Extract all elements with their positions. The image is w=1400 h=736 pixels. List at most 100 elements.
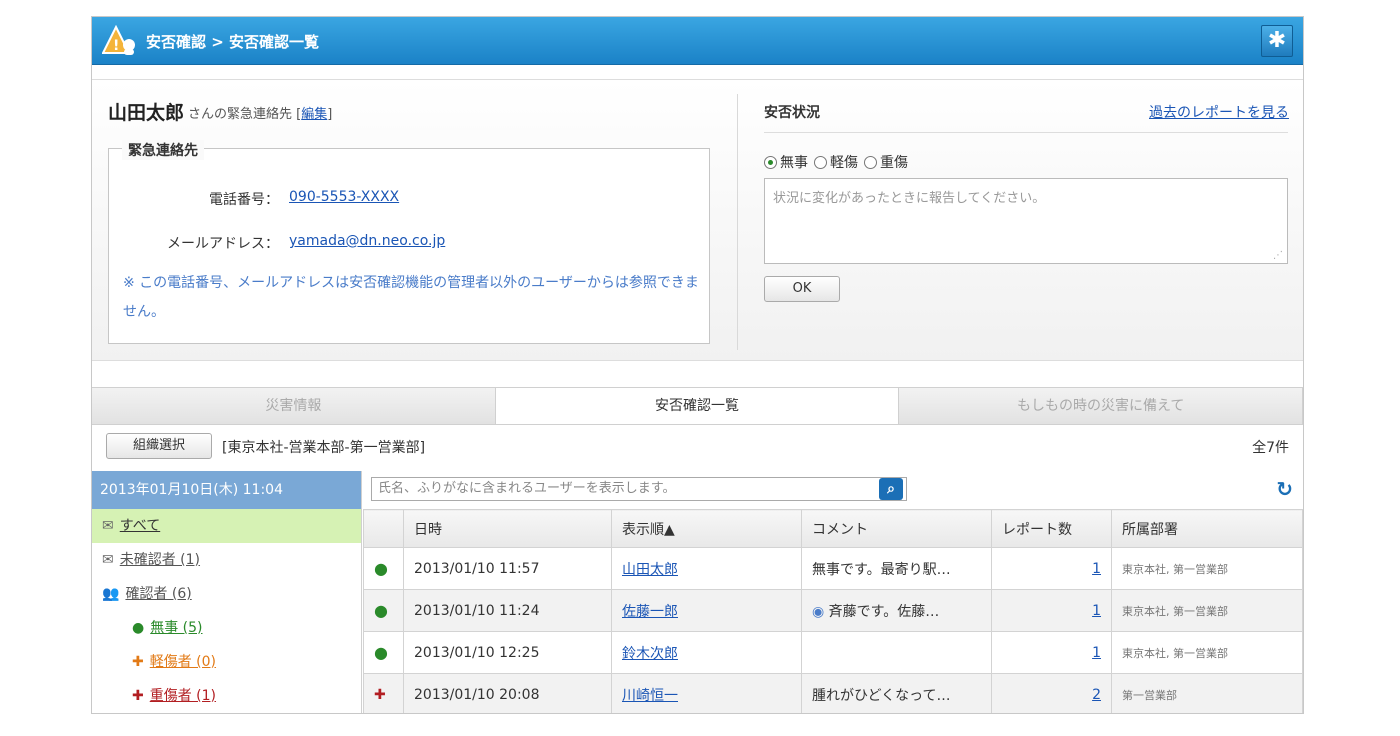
row-datetime: 2013/01/10 20:08 bbox=[403, 673, 612, 713]
row-reports-link[interactable]: 1 bbox=[1092, 561, 1101, 577]
search-input[interactable]: 氏名、ふりがなに含まれるユーザーを表示します。 bbox=[371, 477, 907, 501]
tab-disaster-info[interactable]: 災害情報 bbox=[92, 388, 496, 424]
sidebar-item-unconfirmed[interactable]: ✉ 未確認者 (1) bbox=[92, 543, 361, 577]
person-icon: ● bbox=[363, 589, 404, 632]
first-aid-icon: ✚ bbox=[132, 688, 144, 704]
search-icon[interactable]: ⌕ bbox=[879, 478, 903, 500]
status-title: 安否状況 bbox=[764, 105, 820, 121]
safety-warning-icon: ! bbox=[102, 25, 135, 55]
row-datetime: 2013/01/10 11:57 bbox=[403, 547, 612, 590]
status-divider bbox=[764, 132, 1288, 133]
safety-table: 日時 表示順▲ コメント レポート数 所属部署 ● 2013/01/10 11:… bbox=[363, 509, 1303, 713]
ok-button[interactable]: OK bbox=[764, 276, 840, 302]
svg-text:!: ! bbox=[113, 38, 119, 54]
sidebar-item-label[interactable]: 軽傷者 (0) bbox=[150, 645, 216, 679]
sidebar-item-label[interactable]: 無事 (5) bbox=[150, 611, 202, 645]
mail-link[interactable]: yamada@dn.neo.co.jp bbox=[289, 233, 445, 249]
edit-bracket-close: ] bbox=[327, 107, 333, 122]
selected-org: [東京本社-営業本部-第一営業部] bbox=[222, 440, 426, 456]
tab-safety-list[interactable]: 安否確認一覧 bbox=[495, 388, 900, 424]
row-comment: 斉藤です。佐藤… bbox=[828, 603, 940, 620]
row-dept: 東京本社, 第一営業部 bbox=[1111, 547, 1303, 590]
row-comment: 無事です。最寄り駅… bbox=[801, 547, 992, 590]
user-suffix: さんの緊急連絡先 bbox=[188, 107, 293, 122]
radio-safe[interactable]: 無事 bbox=[764, 152, 808, 172]
resize-grip-icon[interactable]: ⋰ bbox=[1273, 250, 1283, 261]
search-row: 氏名、ふりがなに含まれるユーザーを表示します。 ⌕ ↻ bbox=[363, 471, 1303, 509]
col-order[interactable]: 表示順▲ bbox=[611, 509, 802, 548]
radio-circle[interactable] bbox=[814, 155, 827, 169]
past-reports-link[interactable]: 過去のレポートを見る bbox=[1149, 102, 1289, 122]
total-count: 全7件 bbox=[1252, 440, 1289, 456]
row-name-link[interactable]: 鈴木次郎 bbox=[622, 646, 678, 662]
table-row[interactable]: ● 2013/01/10 12:25 鈴木次郎 1 東京本社, 第一営業部 bbox=[363, 631, 1303, 674]
radio-serious-label: 重傷 bbox=[880, 155, 908, 171]
row-dept: 東京本社, 第一営業部 bbox=[1111, 589, 1303, 632]
row-datetime: 2013/01/10 11:24 bbox=[403, 589, 612, 632]
title-bar: ! 安否確認 > 安否確認一覧 ✱ bbox=[92, 17, 1303, 65]
app-frame: ! 安否確認 > 安否確認一覧 ✱ 山田太郎 さんの緊急連絡先 [編集] 電話番… bbox=[91, 16, 1304, 714]
breadcrumb: 安否確認 > 安否確認一覧 bbox=[146, 33, 320, 51]
row-reports-link[interactable]: 2 bbox=[1092, 687, 1101, 703]
row-dept: 第一営業部 bbox=[1111, 673, 1303, 713]
row-reports-link[interactable]: 1 bbox=[1092, 603, 1101, 619]
person-icon: ● bbox=[132, 620, 145, 636]
org-select-button[interactable]: 組織選択 bbox=[106, 433, 212, 459]
row-comment-cell: ◉ 斉藤です。佐藤… bbox=[801, 589, 992, 632]
person-icon: ● bbox=[363, 631, 404, 674]
col-dept[interactable]: 所属部署 bbox=[1111, 509, 1303, 548]
filter-sidebar: 2013年01月10日(木) 11:04 ✉ すべて ✉ 未確認者 (1) 👥 … bbox=[92, 471, 362, 713]
first-aid-icon: ✚ bbox=[132, 654, 144, 670]
row-reports-link[interactable]: 1 bbox=[1092, 645, 1101, 661]
phone-link[interactable]: 090-5553-XXXX bbox=[289, 189, 399, 205]
radio-circle-checked[interactable] bbox=[764, 155, 777, 169]
phone-label: 電話番号： bbox=[209, 192, 279, 208]
edit-link[interactable]: 編集 bbox=[301, 107, 327, 122]
radio-serious[interactable]: 重傷 bbox=[864, 152, 908, 172]
row-dept: 東京本社, 第一営業部 bbox=[1111, 631, 1303, 674]
sidebar-item-label[interactable]: 確認者 (6) bbox=[125, 577, 191, 611]
user-list-panel: 氏名、ふりがなに含まれるユーザーを表示します。 ⌕ ↻ 日時 表示順▲ コメント… bbox=[363, 471, 1303, 713]
row-name-link[interactable]: 川崎恒一 bbox=[622, 688, 678, 704]
row-name-cell: 山田太郎 bbox=[611, 547, 802, 590]
mail-icon: ✉ bbox=[102, 552, 114, 568]
sidebar-item-label[interactable]: 未確認者 (1) bbox=[120, 543, 200, 577]
user-contact-caption: さんの緊急連絡先 [編集] bbox=[188, 103, 332, 122]
col-reports[interactable]: レポート数 bbox=[991, 509, 1112, 548]
row-comment bbox=[801, 631, 992, 674]
status-radio-group: 無事 軽傷 重傷 bbox=[764, 152, 908, 172]
user-name: 山田太郎 bbox=[108, 102, 185, 124]
mail-label: メールアドレス： bbox=[167, 236, 279, 252]
row-name-link[interactable]: 佐藤一郎 bbox=[622, 604, 678, 620]
row-reports-cell: 1 bbox=[991, 547, 1112, 590]
sidebar-item-minor-injury[interactable]: ✚ 軽傷者 (0) bbox=[92, 645, 361, 679]
gear-icon[interactable]: ✱ bbox=[1261, 25, 1293, 57]
radio-circle[interactable] bbox=[864, 155, 877, 169]
table-row[interactable]: ● 2013/01/10 11:57 山田太郎 無事です。最寄り駅… 1 東京本… bbox=[363, 547, 1303, 590]
table-row[interactable]: ✚ 2013/01/10 20:08 川崎恒一 腫れがひどくなって… 2 第一営… bbox=[363, 673, 1303, 713]
table-row[interactable]: ● 2013/01/10 11:24 佐藤一郎 ◉ 斉藤です。佐藤… 1 東京本… bbox=[363, 589, 1303, 632]
mail-icon: ✉ bbox=[102, 518, 114, 534]
col-comment[interactable]: コメント bbox=[801, 509, 992, 548]
contact-legend: 緊急連絡先 bbox=[122, 140, 204, 160]
sidebar-item-label[interactable]: 重傷者 (1) bbox=[150, 679, 216, 713]
radio-minor-label: 軽傷 bbox=[830, 155, 858, 171]
status-comment-input[interactable]: 状況に変化があったときに報告してください。 ⋰ bbox=[764, 178, 1288, 264]
proxy-report-icon: ◉ bbox=[812, 603, 825, 620]
radio-minor[interactable]: 軽傷 bbox=[814, 152, 858, 172]
sidebar-item-safe[interactable]: ● 無事 (5) bbox=[92, 611, 361, 645]
tab-bar: 災害情報 安否確認一覧 もしもの時の災害に備えて bbox=[92, 387, 1303, 425]
person-icon: ● bbox=[363, 547, 404, 590]
refresh-icon[interactable]: ↻ bbox=[1276, 477, 1293, 501]
row-name-link[interactable]: 山田太郎 bbox=[622, 562, 678, 578]
radio-safe-label: 無事 bbox=[780, 155, 808, 171]
sidebar-item-confirmed[interactable]: 👥 確認者 (6) bbox=[92, 577, 361, 611]
sidebar-item-all[interactable]: ✉ すべて bbox=[92, 509, 361, 543]
divider bbox=[737, 94, 738, 350]
sidebar-item-serious-injury[interactable]: ✚ 重傷者 (1) bbox=[92, 679, 361, 713]
tab-preparedness[interactable]: もしもの時の災害に備えて bbox=[899, 388, 1303, 424]
sidebar-item-label[interactable]: すべて bbox=[120, 509, 160, 543]
row-name-cell: 川崎恒一 bbox=[611, 673, 802, 713]
row-datetime: 2013/01/10 12:25 bbox=[403, 631, 612, 674]
col-datetime[interactable]: 日時 bbox=[403, 509, 612, 548]
